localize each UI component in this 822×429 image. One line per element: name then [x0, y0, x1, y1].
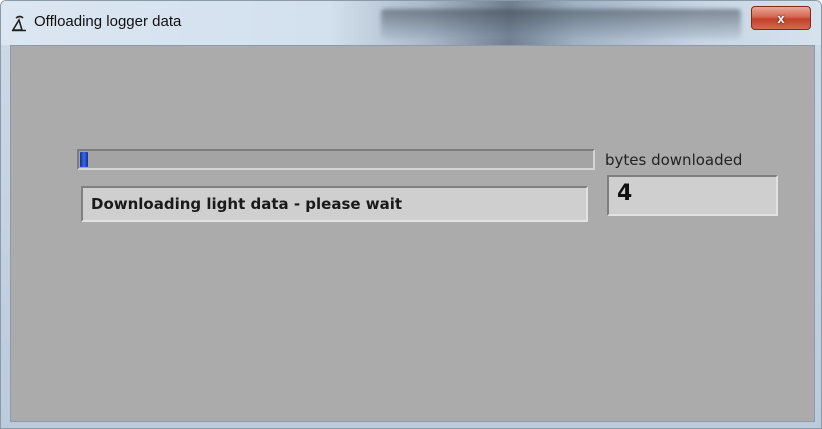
- bytes-downloaded-value: 4: [607, 175, 778, 216]
- download-progress-bar: [77, 149, 595, 170]
- logger-app-icon[interactable]: [10, 14, 28, 32]
- title-bar[interactable]: Offloading logger data x: [1, 1, 821, 45]
- window-title: Offloading logger data: [34, 13, 182, 30]
- dialog-window: Offloading logger data x Downloading lig…: [0, 0, 822, 429]
- close-icon: x: [777, 10, 785, 26]
- progress-fill: [80, 152, 88, 167]
- dialog-client-area: Downloading light data - please wait byt…: [10, 45, 815, 422]
- status-message-field: Downloading light data - please wait: [81, 186, 588, 222]
- close-button[interactable]: x: [751, 6, 811, 30]
- bytes-downloaded-label: bytes downloaded: [605, 151, 743, 169]
- title-bar-gradient: [381, 9, 741, 39]
